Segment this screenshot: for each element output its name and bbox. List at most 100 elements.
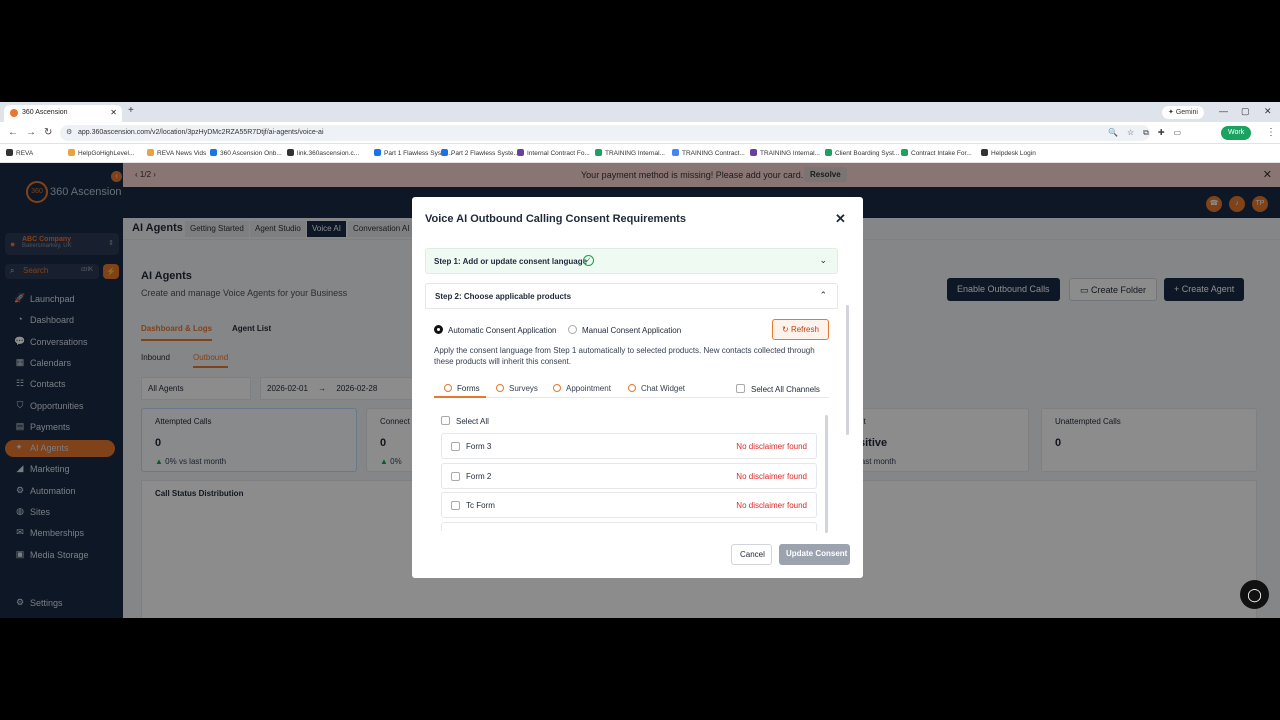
modal-scrollbar[interactable] <box>846 305 849 435</box>
bookmark-icon <box>901 149 908 156</box>
bookmark-item[interactable]: TRAINING Internal... <box>750 149 820 157</box>
close-icon[interactable]: ✕ <box>835 211 846 227</box>
browser-action-icons[interactable]: 🔍☆⧉✚▭ <box>1108 128 1190 138</box>
bookmark-icon <box>147 149 154 156</box>
bookmark-label: REVA <box>16 150 34 157</box>
bookmark-label: Part 2 Flawless Syste... <box>451 150 519 157</box>
bookmark-item[interactable]: link.360ascension.c... <box>287 149 359 157</box>
profile-label: Work <box>1228 129 1245 136</box>
active-tab-indicator <box>434 396 486 398</box>
step2-label: Step 2: Choose applicable products <box>435 292 572 301</box>
bookmark-icon <box>441 149 448 156</box>
checkbox-label: Select All <box>456 417 489 426</box>
refresh-icon: ↻ <box>782 325 791 334</box>
bookmark-icon <box>210 149 217 156</box>
bookmark-item[interactable]: Contract Intake For... <box>901 149 972 157</box>
bookmark-label: link.360ascension.c... <box>297 150 360 157</box>
gemini-button[interactable]: ✦ Gemini <box>1162 106 1204 119</box>
disclaimer-status: No disclaimer found <box>736 442 807 451</box>
gemini-label: Gemini <box>1175 109 1198 116</box>
chevron-up-icon: ⌃ <box>819 290 827 300</box>
list-scrollbar[interactable] <box>825 415 828 533</box>
bookmark-item[interactable]: Part 2 Flawless Syste... <box>441 149 519 157</box>
bookmark-label: TRAINING Internal... <box>605 150 665 157</box>
clock-icon <box>444 384 452 392</box>
disclaimer-status: No disclaimer found <box>736 471 807 481</box>
new-tab-button[interactable]: + <box>128 105 134 116</box>
refresh-button[interactable]: ↻ Refresh <box>772 319 829 340</box>
close-window-icon[interactable]: ✕ <box>1264 106 1272 117</box>
profile-button[interactable]: Work <box>1221 126 1252 140</box>
bookmark-icon <box>672 149 679 156</box>
form-name: Form 3 <box>466 442 492 451</box>
site-info-icon[interactable]: ⚙ <box>66 128 72 136</box>
bookmark-item[interactable]: HelpGoHighLevel... <box>68 149 134 157</box>
bookmark-icon <box>595 149 602 156</box>
tab-label: Chat Widget <box>641 384 686 393</box>
tab-surveys[interactable]: Surveys <box>496 384 538 393</box>
bookmarks-bar: REVA HelpGoHighLevel... REVA News Vids 360 … <box>0 144 1280 163</box>
bookmark-item[interactable]: Helpdesk Login <box>981 149 1036 157</box>
form-name: Tc Form <box>466 501 495 510</box>
bookmark-item[interactable]: TRAINING Internal... <box>595 149 665 157</box>
form-list: Form 3 No disclaimer found Form 2 No discla… <box>412 433 863 531</box>
step1-label: Step 1: Add or update consent language <box>434 257 588 266</box>
modal-title: Voice AI Outbound Calling Consent Requir… <box>425 213 686 225</box>
bookmark-icon <box>750 149 757 156</box>
form-name: Form 1 <box>466 531 491 532</box>
bookmark-label: 360 Ascension Onb... <box>220 150 282 157</box>
reload-icon[interactable]: ↻ <box>44 127 52 138</box>
tab-label: Forms <box>457 384 480 393</box>
form-row[interactable]: Tc Form No disclaimer found <box>441 492 817 518</box>
bookmark-item[interactable]: REVA <box>6 149 33 157</box>
checkbox-icon[interactable] <box>451 501 460 510</box>
forward-icon[interactable]: → <box>26 127 36 138</box>
bookmark-item[interactable]: Client Boarding Syst... <box>825 149 899 157</box>
bookmark-icon <box>68 149 75 156</box>
checkbox-icon <box>736 384 745 393</box>
bookmark-label: Contract Intake For... <box>911 150 972 157</box>
checkbox-icon[interactable] <box>451 442 460 451</box>
select-all-checkbox[interactable]: Select All <box>441 416 489 426</box>
bookmark-item[interactable]: Internal Contract Fo... <box>517 149 590 157</box>
update-consent-button[interactable]: Update Consent <box>779 544 850 565</box>
checkbox-icon[interactable] <box>451 530 460 531</box>
close-tab-icon[interactable]: ✕ <box>110 108 117 117</box>
checkbox-icon <box>441 416 450 425</box>
cancel-button[interactable]: Cancel <box>731 544 772 565</box>
browser-tab-bar: 360 Ascension ✕ + ✦ Gemini — ▢ ✕ <box>0 102 1280 122</box>
url-field[interactable]: ⚙ app.360ascension.com/v2/location/3pzHy… <box>60 125 1150 141</box>
checkbox-icon[interactable] <box>451 471 460 481</box>
tab-chat-widget[interactable]: Chat Widget <box>628 384 685 393</box>
tab-appointment[interactable]: Appointment <box>553 384 611 393</box>
radio-automatic-consent[interactable]: Automatic Consent Application <box>434 325 557 335</box>
menu-icon[interactable]: ⋮ <box>1266 127 1276 138</box>
radio-label: Automatic Consent Application <box>448 326 557 335</box>
form-row[interactable]: Form 2 No disclaimer found <box>441 462 817 489</box>
tab-label: Appointment <box>566 384 611 393</box>
bookmark-item[interactable]: TRAINING Contract... <box>672 149 745 157</box>
radio-manual-consent[interactable]: Manual Consent Application <box>568 325 681 335</box>
select-all-channels-checkbox[interactable]: Select All Channels <box>736 384 820 394</box>
tab-divider <box>434 397 829 398</box>
tab-title: 360 Ascension <box>22 109 68 116</box>
refresh-label: Refresh <box>790 325 819 334</box>
step1-accordion[interactable]: Step 1: Add or update consent language ✓… <box>425 248 838 274</box>
form-row[interactable]: Form 3 No disclaimer found <box>441 433 817 459</box>
bookmark-label: HelpGoHighLevel... <box>78 150 135 157</box>
bookmark-item[interactable]: REVA News Vids <box>147 149 206 157</box>
form-row[interactable]: Form 1 No disclaimer found <box>441 521 817 532</box>
screen: 360 Ascension ✕ + ✦ Gemini — ▢ ✕ ← → ↻ ⚙… <box>0 102 1280 618</box>
chat-support-icon[interactable]: ◯ <box>1240 580 1269 609</box>
step2-accordion[interactable]: Step 2: Choose applicable products ⌃ <box>425 283 838 309</box>
maximize-icon[interactable]: ▢ <box>1241 106 1250 117</box>
bookmark-item[interactable]: 360 Ascension Onb... <box>210 149 282 157</box>
check-circle-icon: ✓ <box>583 255 594 266</box>
bookmark-icon <box>981 149 988 156</box>
tab-forms[interactable]: Forms <box>444 384 480 393</box>
bookmark-icon <box>6 149 13 156</box>
clock-icon <box>628 384 636 392</box>
browser-tab[interactable]: 360 Ascension ✕ <box>4 105 122 122</box>
back-icon[interactable]: ← <box>8 127 18 138</box>
minimize-icon[interactable]: — <box>1219 106 1228 116</box>
